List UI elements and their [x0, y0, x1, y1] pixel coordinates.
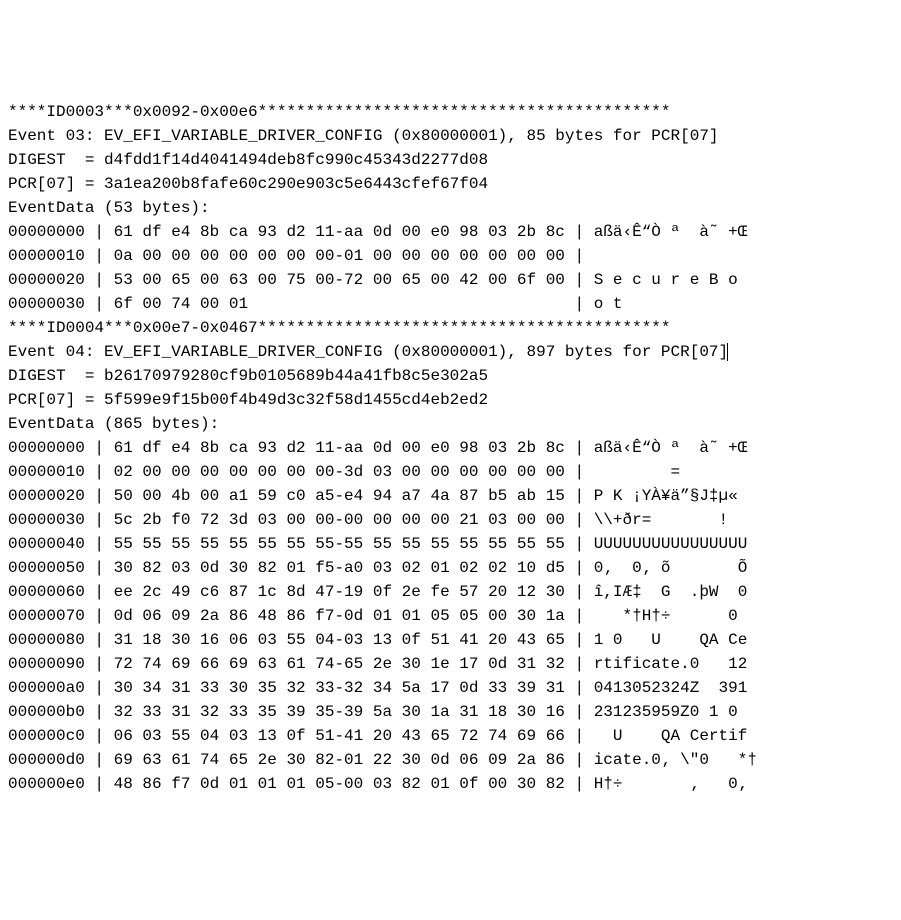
log-line: DIGEST = b26170979280cf9b0105689b44a41fb… [8, 364, 901, 388]
log-line: 00000070 | 0d 06 09 2a 86 48 86 f7-0d 01… [8, 604, 901, 628]
log-line: 00000050 | 30 82 03 0d 30 82 01 f5-a0 03… [8, 556, 901, 580]
log-line: PCR[07] = 3a1ea200b8fafe60c290e903c5e644… [8, 172, 901, 196]
log-line: 000000a0 | 30 34 31 33 30 35 32 33-32 34… [8, 676, 901, 700]
log-line: 00000000 | 61 df e4 8b ca 93 d2 11-aa 0d… [8, 436, 901, 460]
log-line: ****ID0003***0x0092-0x00e6**************… [8, 100, 901, 124]
log-line: 00000030 | 6f 00 74 00 01 | o t [8, 292, 901, 316]
log-line: 00000020 | 50 00 4b 00 a1 59 c0 a5-e4 94… [8, 484, 901, 508]
log-line: 000000b0 | 32 33 31 32 33 35 39 35-39 5a… [8, 700, 901, 724]
log-line: 00000020 | 53 00 65 00 63 00 75 00-72 00… [8, 268, 901, 292]
log-line: DIGEST = d4fdd1f14d4041494deb8fc990c4534… [8, 148, 901, 172]
log-line: 00000010 | 0a 00 00 00 00 00 00 00-01 00… [8, 244, 901, 268]
log-line: 00000030 | 5c 2b f0 72 3d 03 00 00-00 00… [8, 508, 901, 532]
log-line: 00000010 | 02 00 00 00 00 00 00 00-3d 03… [8, 460, 901, 484]
log-line: 00000090 | 72 74 69 66 69 63 61 74-65 2e… [8, 652, 901, 676]
log-line: 000000d0 | 69 63 61 74 65 2e 30 82-01 22… [8, 748, 901, 772]
log-line: 000000c0 | 06 03 55 04 03 13 0f 51-41 20… [8, 724, 901, 748]
log-line: 000000e0 | 48 86 f7 0d 01 01 01 05-00 03… [8, 772, 901, 796]
log-line: EventData (865 bytes): [8, 412, 901, 436]
log-line: 00000000 | 61 df e4 8b ca 93 d2 11-aa 0d… [8, 220, 901, 244]
log-line: PCR[07] = 5f599e9f15b00f4b49d3c32f58d145… [8, 388, 901, 412]
log-line: ****ID0004***0x00e7-0x0467**************… [8, 316, 901, 340]
log-line: Event 03: EV_EFI_VARIABLE_DRIVER_CONFIG … [8, 124, 901, 148]
log-line: Event 04: EV_EFI_VARIABLE_DRIVER_CONFIG … [8, 340, 901, 364]
log-line: 00000060 | ee 2c 49 c6 87 1c 8d 47-19 0f… [8, 580, 901, 604]
log-line: 00000040 | 55 55 55 55 55 55 55 55-55 55… [8, 532, 901, 556]
log-output: ****ID0003***0x0092-0x00e6**************… [8, 100, 901, 796]
log-line: 00000080 | 31 18 30 16 06 03 55 04-03 13… [8, 628, 901, 652]
log-line: EventData (53 bytes): [8, 196, 901, 220]
text-cursor [727, 343, 728, 361]
